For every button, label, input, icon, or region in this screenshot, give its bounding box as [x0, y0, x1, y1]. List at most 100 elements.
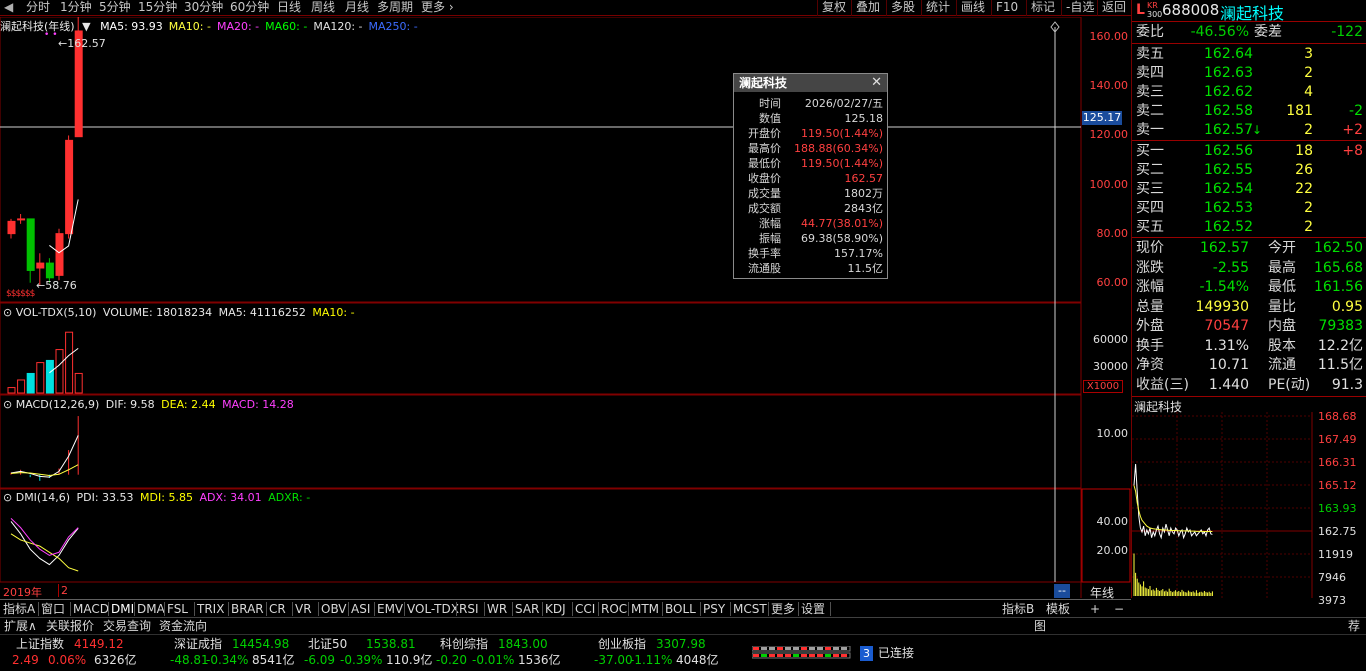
indicator-tab[interactable]: CCI	[575, 601, 595, 617]
tab-chart[interactable]: 图	[1034, 618, 1046, 634]
indicator-tab[interactable]: 窗口	[41, 601, 65, 617]
period-daily[interactable]: 日线	[277, 0, 301, 16]
index-amount: 110.9亿	[386, 653, 433, 667]
indicator-tab[interactable]: RSI	[459, 601, 479, 617]
indicator-tab[interactable]: VR	[295, 601, 312, 617]
chart-area[interactable]: 澜起科技(年线) ▼ MA5: 93.93 MA10: - MA20: - MA60:…	[0, 17, 1131, 600]
period-monthly[interactable]: 月线	[345, 0, 369, 16]
tooltip-row: 开盘价 119.50(1.44%)	[734, 126, 887, 141]
indicator-tab[interactable]: 设置	[801, 601, 825, 617]
indicator-tab[interactable]: OBV	[321, 601, 347, 617]
tab-related-quotes[interactable]: 关联报价	[46, 618, 94, 634]
indicator-tab[interactable]: 指标A	[3, 601, 35, 617]
buy-row[interactable]: 买二 162.55 26	[1134, 161, 1365, 180]
indicator-tab[interactable]: BRAR	[231, 601, 264, 617]
dropdown-icon[interactable]: ▼	[82, 20, 90, 33]
tab-separator	[292, 602, 293, 616]
sell-row[interactable]: 卖五 162.64 3	[1134, 45, 1365, 64]
tooltip-value: 2026/02/27/五	[804, 97, 883, 110]
macd-dropdown-icon[interactable]: ⊙	[3, 398, 12, 411]
sell-row[interactable]: 卖二 162.58 181 -2	[1134, 102, 1365, 121]
volume-dropdown-icon[interactable]: ⊙	[3, 306, 12, 319]
indicator-tab[interactable]: 更多	[771, 601, 795, 617]
back-button[interactable]: 返回	[1097, 0, 1130, 16]
indicator-tab[interactable]: TRIX	[197, 601, 224, 617]
draw-line-button[interactable]: 画线	[956, 0, 989, 16]
indicator-tab[interactable]: KDJ	[545, 601, 566, 617]
period-30min[interactable]: 30分钟	[184, 0, 223, 16]
macd-y-label: 10.00	[1096, 427, 1129, 440]
period-weekly[interactable]: 周线	[311, 0, 335, 16]
tab-recommend[interactable]: 荐	[1348, 618, 1360, 634]
tab-trade-query[interactable]: 交易查询	[103, 618, 151, 634]
period-1min[interactable]: 1分钟	[60, 0, 92, 16]
sell-chg: -2	[1349, 103, 1363, 119]
stat-value: 1.31%	[1204, 337, 1249, 354]
sell-label: 卖一	[1136, 122, 1164, 138]
mini-y-label: 166.31	[1318, 456, 1357, 469]
buy-row[interactable]: 买四 162.53 2	[1134, 199, 1365, 218]
overlay-button[interactable]: 叠加	[851, 0, 884, 16]
adjust-button[interactable]: 复权	[817, 0, 850, 16]
close-icon[interactable]: ✕	[871, 75, 882, 90]
indicator-tab-right-item[interactable]: −	[1114, 601, 1124, 617]
stat-label: 净资	[1136, 357, 1164, 373]
mark-button[interactable]: 标记	[1026, 0, 1059, 16]
indicator-tab[interactable]: MCST	[733, 601, 767, 617]
high-price-marker: ←162.57	[58, 37, 106, 50]
watchlist-remove-button[interactable]: -自选	[1061, 0, 1098, 16]
indicator-tab[interactable]: ROC	[601, 601, 627, 617]
indicator-tab[interactable]: MTM	[631, 601, 659, 617]
index-name: 科创综指	[440, 637, 489, 651]
macd-value: MACD: 14.28	[222, 398, 294, 411]
indicator-tab[interactable]: MACD	[73, 601, 109, 617]
buy-chg: +8	[1342, 143, 1363, 159]
indicator-tab-right-item[interactable]: 指标B	[1002, 601, 1034, 617]
stat-value: 162.50	[1314, 240, 1363, 256]
stat-value: 0.95	[1331, 298, 1363, 315]
connection-status[interactable]: 已连接	[878, 646, 914, 661]
indicator-tab[interactable]: VOL-TDX	[407, 601, 459, 617]
buy-row[interactable]: 买一 162.56 18 +8	[1134, 142, 1365, 161]
buy-row[interactable]: 买五 162.52 2	[1134, 218, 1365, 237]
buy-row[interactable]: 买三 162.54 22	[1134, 180, 1365, 199]
tooltip-key: 成交额	[748, 202, 781, 215]
period-5min[interactable]: 5分钟	[99, 0, 131, 16]
indicator-tab[interactable]: WR	[487, 601, 507, 617]
indicator-tab[interactable]: FSL	[167, 601, 188, 617]
period-multi[interactable]: 多周期	[377, 0, 413, 16]
stat-value: 161.56	[1314, 279, 1363, 295]
period-intraday[interactable]: 分时	[26, 0, 50, 16]
indicator-tab[interactable]: DMI	[111, 601, 134, 617]
indicator-tab-right-item[interactable]: +	[1090, 601, 1100, 617]
toolbar-back-icon[interactable]: ◀	[4, 0, 13, 16]
stat-label: 外盘	[1136, 318, 1164, 334]
indicator-tab[interactable]: BOLL	[665, 601, 696, 617]
f10-button[interactable]: F10	[991, 0, 1022, 16]
indicator-tab[interactable]: CR	[269, 601, 286, 617]
trading-app: ◀ 分时 1分钟 5分钟 15分钟 30分钟 60分钟 日线 周线 月线 多周期…	[0, 0, 1366, 671]
multi-stock-button[interactable]: 多股	[886, 0, 919, 16]
tab-fund-flow[interactable]: 资金流向	[159, 618, 207, 634]
indicator-tab[interactable]: ASI	[351, 601, 370, 617]
indicator-tab-right-item[interactable]: 模板	[1046, 601, 1070, 617]
dmi-axis-frame	[1081, 488, 1131, 583]
stat-value: -2.55	[1212, 259, 1249, 276]
sell-row[interactable]: 卖三 162.62 4	[1134, 83, 1365, 102]
period-15min[interactable]: 15分钟	[138, 0, 177, 16]
sell-row[interactable]: 卖一 162.57 2 +2 ↓	[1134, 121, 1365, 140]
down-arrow-icon: ↓	[1252, 123, 1263, 137]
indicator-tab[interactable]: PSY	[703, 601, 725, 617]
indicator-tab[interactable]: DMA	[137, 601, 165, 617]
indicator-tab[interactable]: SAR	[515, 601, 539, 617]
tab-separator	[108, 602, 109, 616]
sell-row[interactable]: 卖四 162.63 2	[1134, 64, 1365, 83]
stats-button[interactable]: 统计	[921, 0, 954, 16]
period-more-button[interactable]: 更多 ›	[421, 0, 454, 16]
period-60min[interactable]: 60分钟	[230, 0, 269, 16]
tab-expand[interactable]: 扩展∧	[4, 618, 37, 634]
index-status-bar: 上证指数 4149.12 2.49 0.06% 6326亿 深证成指 14454.98 -48…	[0, 634, 1366, 671]
dmi-dropdown-icon[interactable]: ⊙	[3, 491, 12, 504]
main-y-label: 120.00	[1089, 128, 1129, 142]
indicator-tab[interactable]: EMV	[377, 601, 403, 617]
